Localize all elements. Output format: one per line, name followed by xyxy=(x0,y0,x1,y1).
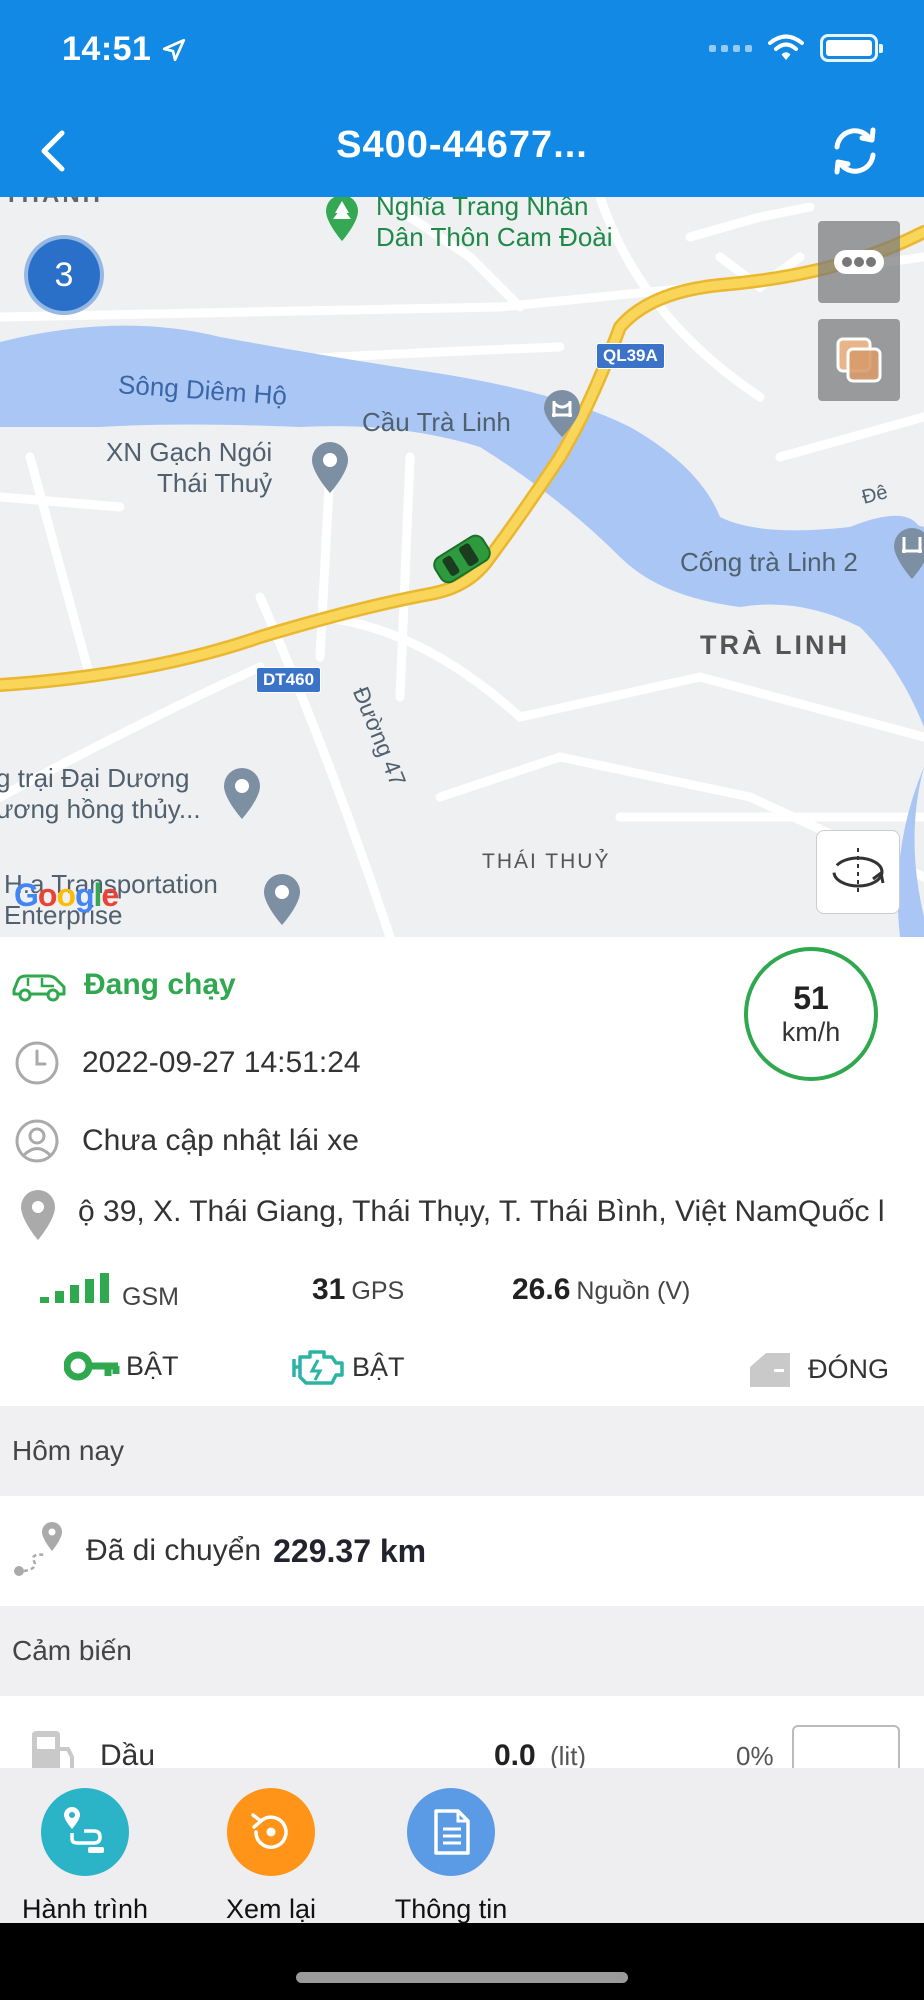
farm-pin-icon xyxy=(224,768,260,819)
battery-icon xyxy=(820,34,883,62)
cemetery-pin-icon xyxy=(326,197,358,241)
map-label-farm: g trại Đại Dương ương hồng thủy... xyxy=(0,763,201,825)
power-value: 26.6 xyxy=(512,1273,571,1306)
replay-icon xyxy=(251,1813,288,1849)
distance-label: Đã di chuyển xyxy=(86,1534,262,1567)
map-view[interactable]: 3 Nghĩa Trang Nhân Dân Thôn Cam Đoài THA… xyxy=(0,197,924,937)
app-header: 14:51 S400-44677... xyxy=(0,0,924,197)
status-time-text: 14:51 xyxy=(62,30,152,68)
status-text: Đang chạy xyxy=(84,968,236,1001)
tab-replay[interactable]: Xem lại xyxy=(186,1768,356,1925)
today-section-heading: Hôm nay xyxy=(0,1406,924,1496)
speed-value: 51 xyxy=(793,980,829,1016)
route-icon xyxy=(64,1807,104,1853)
gsm-stat: GSM xyxy=(38,1271,179,1312)
more-options-button[interactable] xyxy=(818,221,900,303)
gps-value: 31 xyxy=(312,1273,346,1306)
map-label-cemetery-text: Nghĩa Trang Nhân Dân Thôn Cam Đoài xyxy=(376,197,613,253)
tab-route-label: Hành trình xyxy=(21,1894,149,1924)
factory-pin-icon xyxy=(312,442,348,493)
status-indicators xyxy=(709,34,883,62)
google-logo: Google xyxy=(14,877,119,914)
tab-replay-circle xyxy=(227,1788,315,1876)
tab-route[interactable]: Hành trình xyxy=(0,1768,170,1925)
engine-status: BẬT xyxy=(288,1345,405,1389)
bridge-pin-icon xyxy=(544,390,580,437)
more-icon xyxy=(834,250,884,274)
key-status-text: BẬT xyxy=(126,1350,179,1381)
tab-info-label: Thông tin xyxy=(394,1894,508,1924)
time-row: 2022-09-27 14:51:24 xyxy=(0,1035,924,1091)
vehicle-cluster-marker[interactable]: 3 xyxy=(24,235,104,315)
sensor-section-heading: Cảm biến xyxy=(0,1606,924,1696)
gsm-label: GSM xyxy=(122,1283,179,1311)
address-text: ộ 39, X. Thái Giang, Thái Thụy, T. Thái … xyxy=(78,1195,885,1228)
google-logo-char: G xyxy=(14,877,39,913)
rotate-map-button[interactable] xyxy=(816,830,900,914)
signal-bars-icon xyxy=(40,1273,109,1303)
engine-icon xyxy=(292,1350,344,1385)
map-label-commune: TRÀ LINH xyxy=(700,630,850,660)
road-shield-ql39a: QL39A xyxy=(596,343,665,369)
google-logo-char: g xyxy=(74,877,95,913)
engine-status-text: BẬT xyxy=(352,1351,405,1382)
door-status: ĐÓNG xyxy=(746,1349,889,1389)
tab-info-circle xyxy=(407,1788,495,1876)
distance-value: 229.37 km xyxy=(273,1532,427,1569)
wifi-icon xyxy=(768,34,804,60)
gps-stat: 31 GPS xyxy=(312,1273,404,1307)
home-indicator-area xyxy=(0,1923,924,2000)
route-distance-icon xyxy=(14,1522,62,1576)
google-logo-char: e xyxy=(101,877,119,913)
map-label-factory: XN Gạch Ngói Thái Thuỷ xyxy=(106,437,272,499)
cellular-signal-icon xyxy=(709,44,752,52)
map-layers-button[interactable] xyxy=(818,319,900,401)
timestamp-text: 2022-09-27 14:51:24 xyxy=(82,1046,361,1079)
power-stat: 26.6 Nguồn (V) xyxy=(512,1273,690,1307)
door-icon xyxy=(750,1353,790,1387)
status-time: 14:51 xyxy=(62,30,187,69)
driver-row: Chưa cập nhật lái xe xyxy=(0,1113,924,1169)
driver-text: Chưa cập nhật lái xe xyxy=(82,1124,359,1157)
map-label-farm-text: g trại Đại Dương ương hồng thủy... xyxy=(0,763,201,825)
distance-row: Đã di chuyển 229.37 km xyxy=(0,1496,924,1606)
google-logo-char: o xyxy=(56,877,76,913)
power-label: Nguồn (V) xyxy=(576,1277,691,1305)
clock-icon xyxy=(15,1041,59,1085)
map-label-sluice: Cống trà Linh 2 xyxy=(680,547,858,577)
tab-info[interactable]: Thông tin xyxy=(366,1768,536,1925)
location-arrow-icon xyxy=(163,38,186,61)
rotate-icon xyxy=(832,848,885,896)
map-label-district: THÁI THUỶ xyxy=(482,850,611,873)
ignition-key-status: BẬT xyxy=(64,1349,179,1383)
gps-label: GPS xyxy=(351,1277,405,1305)
location-pin-icon xyxy=(21,1190,55,1240)
google-logo-char: o xyxy=(37,877,58,913)
map-label-top-left: THANH xyxy=(4,197,103,210)
vehicle-car-icon[interactable] xyxy=(426,531,498,587)
bottom-tab-bar: Hành trình Xem lại Thông tin xyxy=(0,1768,924,1925)
door-status-text: ĐÓNG xyxy=(808,1353,889,1384)
map-label-cemetery: Nghĩa Trang Nhân Dân Thôn Cam Đoài xyxy=(376,197,613,253)
map-label-factory-text: XN Gạch Ngói Thái Thuỷ xyxy=(106,437,273,499)
key-icon xyxy=(64,1351,120,1381)
map-label-bridge: Cầu Trà Linh xyxy=(362,407,511,437)
refresh-icon xyxy=(834,127,876,175)
document-icon xyxy=(434,1809,470,1855)
tab-route-circle xyxy=(41,1788,129,1876)
tab-replay-label: Xem lại xyxy=(225,1894,317,1924)
layers-icon xyxy=(836,337,882,383)
page-title: S400-44677... xyxy=(336,124,588,166)
refresh-button[interactable] xyxy=(822,118,888,184)
transport-pin-icon xyxy=(264,874,300,925)
car-icon xyxy=(12,974,66,1002)
sluice-pin-icon xyxy=(894,528,924,579)
user-icon xyxy=(15,1119,59,1163)
road-shield-dt460: DT460 xyxy=(256,667,322,693)
home-indicator[interactable] xyxy=(296,1972,628,1983)
